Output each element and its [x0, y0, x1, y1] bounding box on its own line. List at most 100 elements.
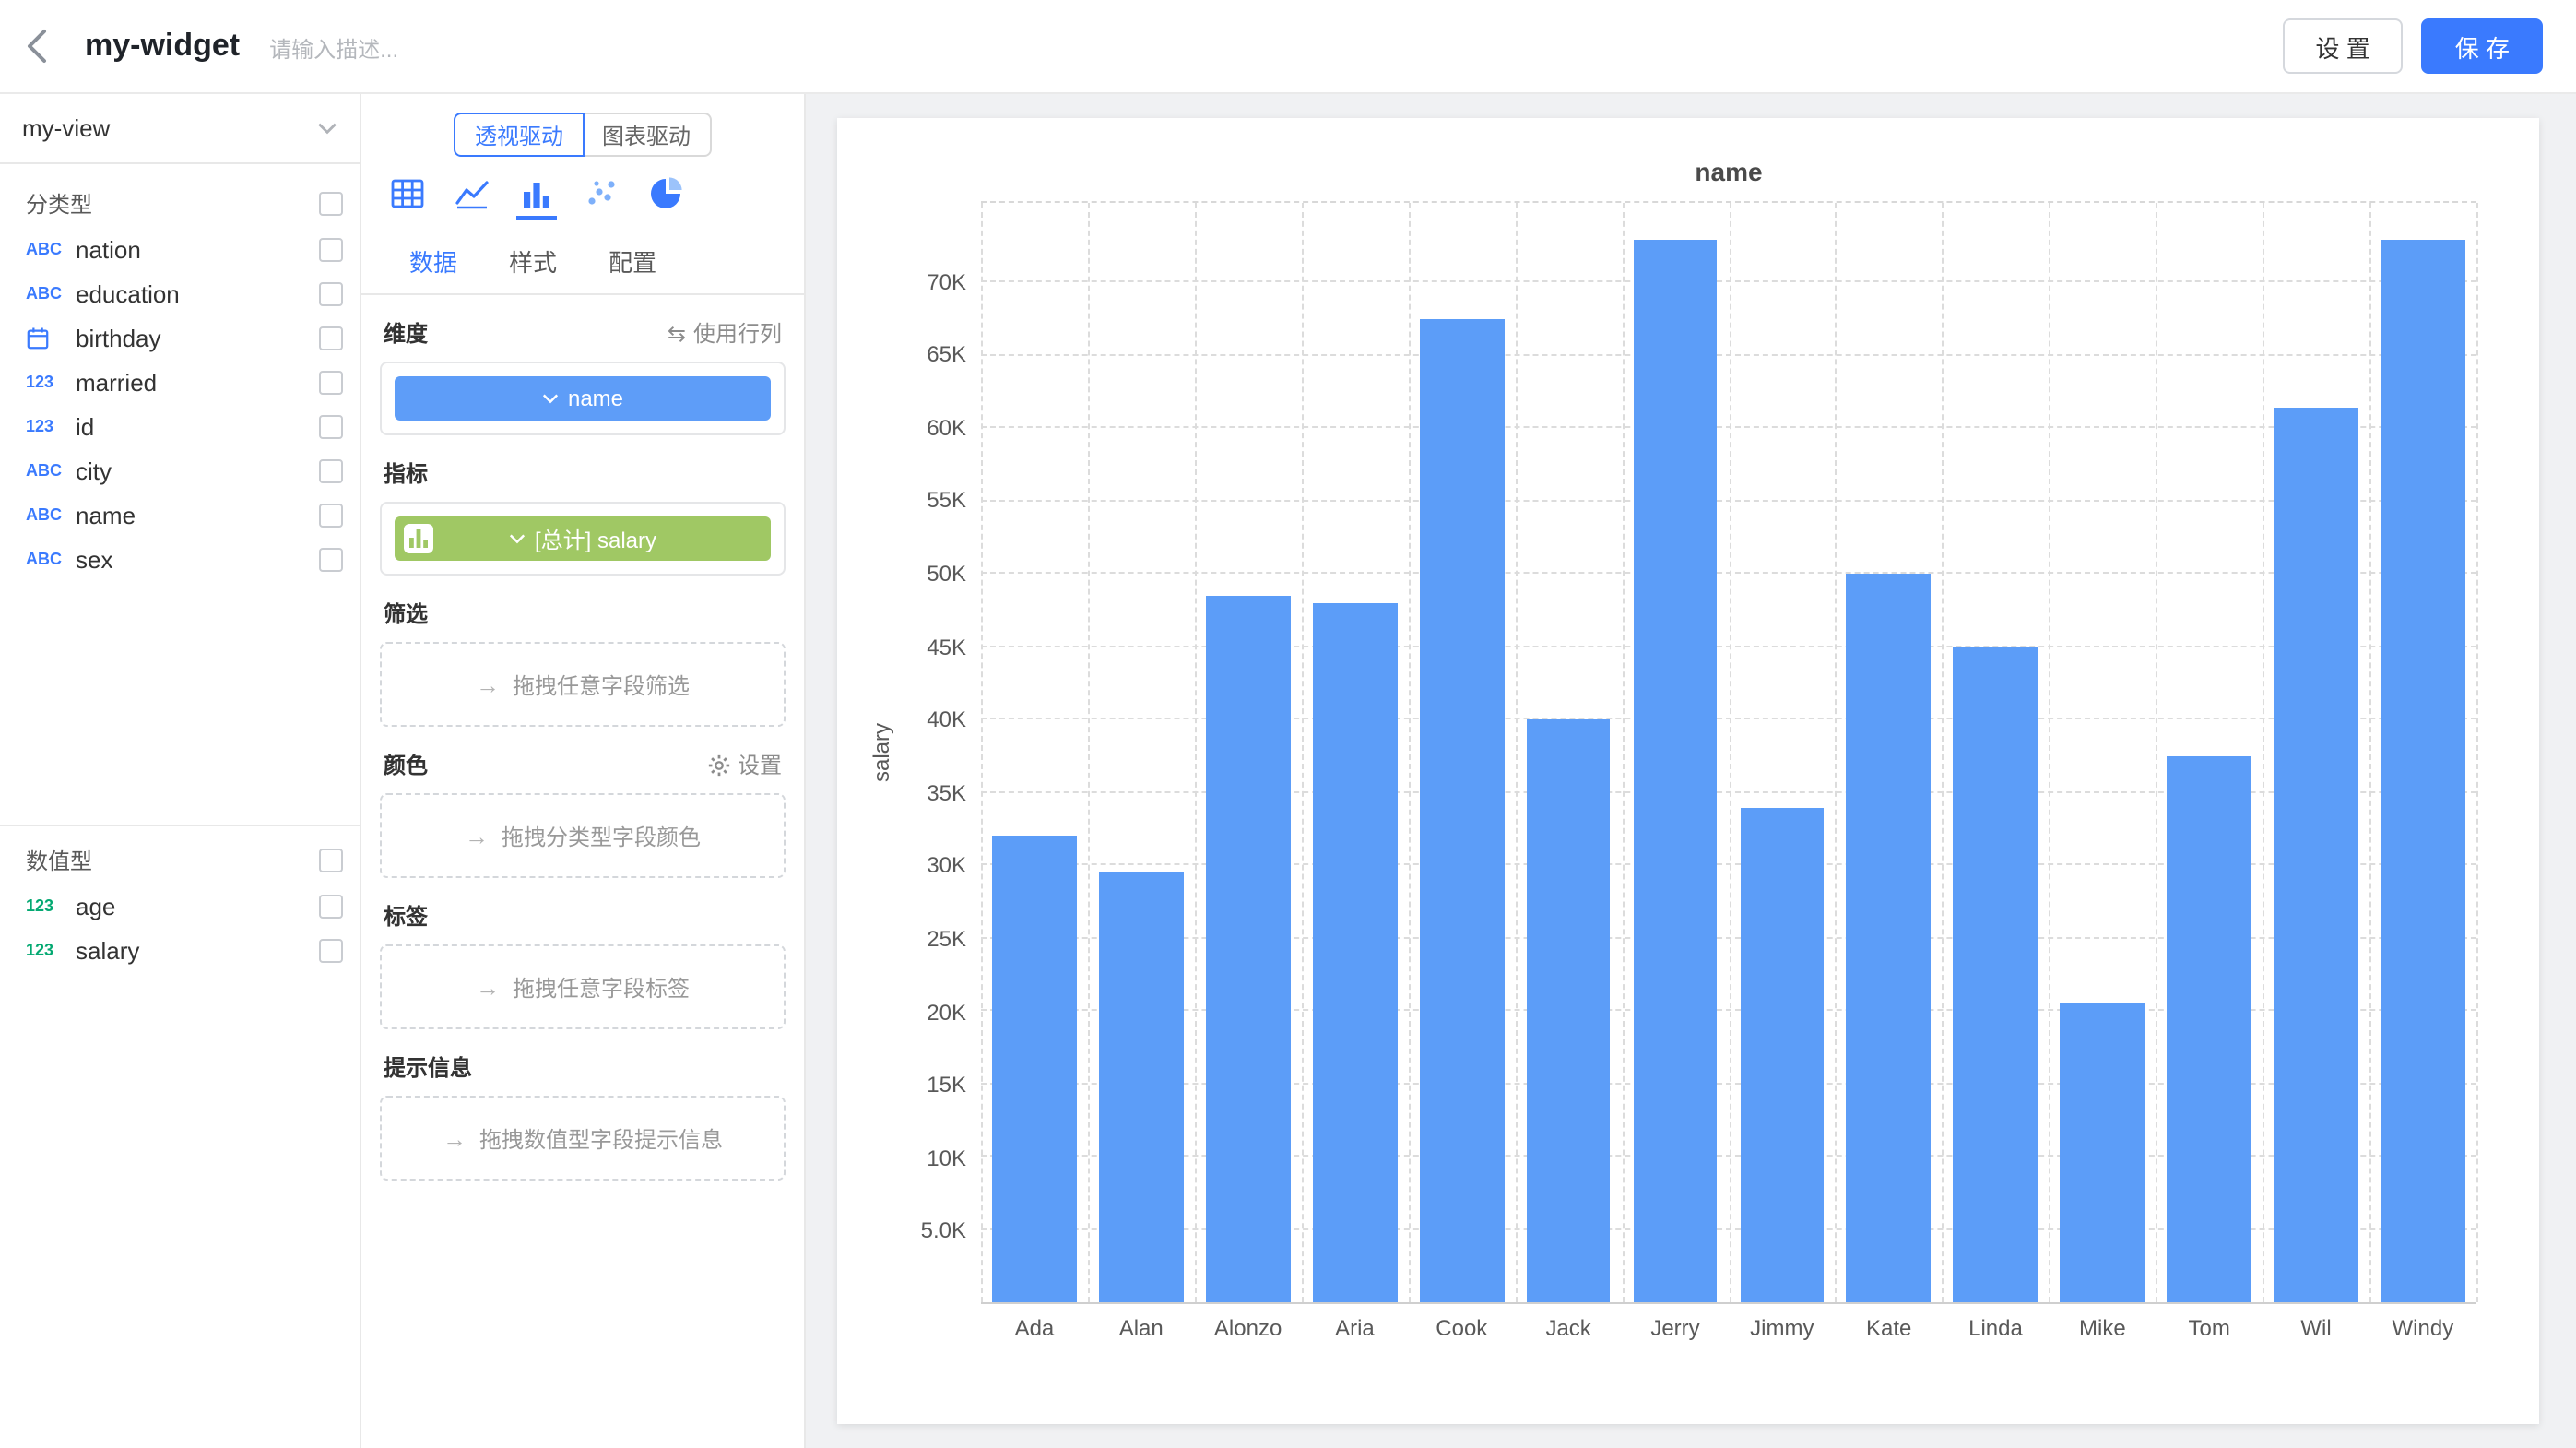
bar-Mike[interactable] — [2061, 1003, 2145, 1302]
dimension-drop-area[interactable]: name — [380, 362, 786, 435]
text-field-icon: ABC — [26, 461, 76, 480]
back-button[interactable] — [26, 18, 74, 74]
dimension-label: 维度 — [384, 317, 428, 349]
tab-settings[interactable]: 配置 — [583, 231, 682, 293]
field-row-education[interactable]: ABCeducation — [0, 271, 360, 315]
field-checkbox[interactable] — [319, 237, 343, 261]
bar-Tom[interactable] — [2167, 756, 2251, 1302]
field-name: married — [76, 368, 319, 396]
bar-Wil[interactable] — [2274, 407, 2358, 1302]
x-axis-ticks: AdaAlanAlonzoAriaCookJackJerryJimmyKateL… — [981, 1304, 2476, 1352]
field-row-nation[interactable]: ABCnation — [0, 227, 360, 271]
measure-pill-salary[interactable]: [总计] salary — [395, 516, 771, 561]
bar-slot — [1836, 203, 1943, 1302]
use-rows-cols-action[interactable]: ⇆ 使用行列 — [668, 317, 782, 349]
y-axis-tick-label: 55K — [927, 488, 966, 514]
field-checkbox[interactable] — [319, 848, 343, 872]
bar-slot — [1622, 203, 1729, 1302]
field-row-id[interactable]: 123id — [0, 404, 360, 448]
mode-chart-button[interactable]: 图表驱动 — [582, 113, 711, 157]
field-row-age[interactable]: 123age — [0, 884, 360, 928]
measure-drop-area[interactable]: [总计] salary — [380, 502, 786, 576]
bar-slot — [2049, 203, 2156, 1302]
bar-Alonzo[interactable] — [1206, 596, 1291, 1302]
field-checkbox[interactable] — [319, 894, 343, 918]
line-chart-icon[interactable] — [452, 175, 492, 220]
header: my-widget 设 置 保 存 — [0, 0, 2576, 94]
dataset-sidebar: my-view 分类型ABCnationABCeducationbirthday… — [0, 94, 361, 1448]
field-name: salary — [76, 936, 319, 964]
y-axis-tick-label: 45K — [927, 634, 966, 659]
bar-Jack[interactable] — [1526, 720, 1611, 1303]
field-row-sex[interactable]: ABCsex — [0, 537, 360, 581]
field-row-name[interactable]: ABCname — [0, 493, 360, 537]
chevron-left-icon — [26, 28, 48, 65]
table-icon[interactable] — [387, 175, 428, 220]
color-settings-action[interactable]: 设置 — [708, 749, 782, 780]
tab-style[interactable]: 样式 — [483, 231, 583, 293]
settings-button[interactable]: 设 置 — [2283, 18, 2404, 74]
bar-Jerry[interactable] — [1633, 240, 1718, 1303]
bar-Linda[interactable] — [1954, 647, 2038, 1302]
x-axis-tick-label: Alonzo — [1195, 1315, 1302, 1341]
view-selector[interactable]: my-view — [0, 94, 360, 164]
main-content: my-view 分类型ABCnationABCeducationbirthday… — [0, 94, 2576, 1448]
field-checkbox[interactable] — [319, 547, 343, 571]
bar-Aria[interactable] — [1313, 603, 1398, 1302]
bar-Cook[interactable] — [1420, 319, 1505, 1302]
field-checkbox[interactable] — [319, 370, 343, 394]
bar-slot — [1729, 203, 1836, 1302]
arrow-right-icon: → — [476, 671, 500, 698]
measure-label: 指标 — [384, 457, 428, 489]
color-drop-zone[interactable]: → 拖拽分类型字段颜色 — [380, 793, 786, 878]
y-axis-tick-label: 35K — [927, 780, 966, 806]
bar-Windy[interactable] — [2381, 240, 2465, 1303]
bar-slot — [1195, 203, 1302, 1302]
label-drop-zone[interactable]: → 拖拽任意字段标签 — [380, 944, 786, 1029]
number-field-icon: 123 — [26, 417, 76, 435]
tooltip-drop-zone[interactable]: → 拖拽数值型字段提示信息 — [380, 1096, 786, 1181]
text-field-icon: ABC — [26, 240, 76, 258]
bar-Alan[interactable] — [1099, 872, 1184, 1302]
plot-column: AdaAlanAlonzoAriaCookJackJerryJimmyKateL… — [981, 201, 2476, 1352]
bar-Kate[interactable] — [1847, 575, 1932, 1302]
bar-Jimmy[interactable] — [1740, 807, 1825, 1302]
chevron-down-icon — [317, 122, 337, 135]
field-checkbox[interactable] — [319, 458, 343, 482]
field-group: 数值型123age123salary — [0, 825, 360, 972]
x-axis-tick-label: Cook — [1408, 1315, 1515, 1341]
field-groups: 分类型ABCnationABCeducationbirthday123marri… — [0, 164, 360, 1448]
bar-slot — [1408, 203, 1515, 1302]
tab-data[interactable]: 数据 — [384, 231, 483, 293]
bar-slot — [2369, 203, 2476, 1302]
filter-drop-zone[interactable]: → 拖拽任意字段筛选 — [380, 642, 786, 727]
field-checkbox[interactable] — [319, 191, 343, 215]
bar-chart-icon[interactable] — [516, 175, 557, 220]
tooltip-label: 提示信息 — [384, 1051, 472, 1083]
field-checkbox[interactable] — [319, 326, 343, 350]
field-row-city[interactable]: ABCcity — [0, 448, 360, 493]
x-axis-tick-label: Jack — [1515, 1315, 1622, 1341]
field-checkbox[interactable] — [319, 281, 343, 305]
field-row-salary[interactable]: 123salary — [0, 928, 360, 972]
calendar-icon — [26, 326, 50, 350]
field-checkbox[interactable] — [319, 938, 343, 962]
chevron-down-icon — [542, 393, 559, 404]
pie-chart-icon[interactable] — [645, 175, 686, 220]
dimension-pill-name[interactable]: name — [395, 376, 771, 421]
field-name: education — [76, 279, 319, 307]
save-button[interactable]: 保 存 — [2422, 18, 2543, 74]
y-axis-tick-label: 60K — [927, 415, 966, 441]
drive-mode-toggle: 透视驱动 图表驱动 — [361, 113, 804, 157]
scatter-chart-icon[interactable] — [581, 175, 621, 220]
bar-Ada[interactable] — [992, 837, 1077, 1302]
field-checkbox[interactable] — [319, 503, 343, 527]
x-axis-tick-label: Linda — [1943, 1315, 2050, 1341]
field-row-birthday[interactable]: birthday — [0, 315, 360, 360]
mode-pivot-button[interactable]: 透视驱动 — [455, 113, 584, 157]
description-input[interactable] — [269, 37, 675, 63]
y-axis-tick-label: 5.0K — [921, 1218, 966, 1244]
y-axis-title: salary — [867, 201, 896, 1304]
field-checkbox[interactable] — [319, 414, 343, 438]
field-row-married[interactable]: 123married — [0, 360, 360, 404]
